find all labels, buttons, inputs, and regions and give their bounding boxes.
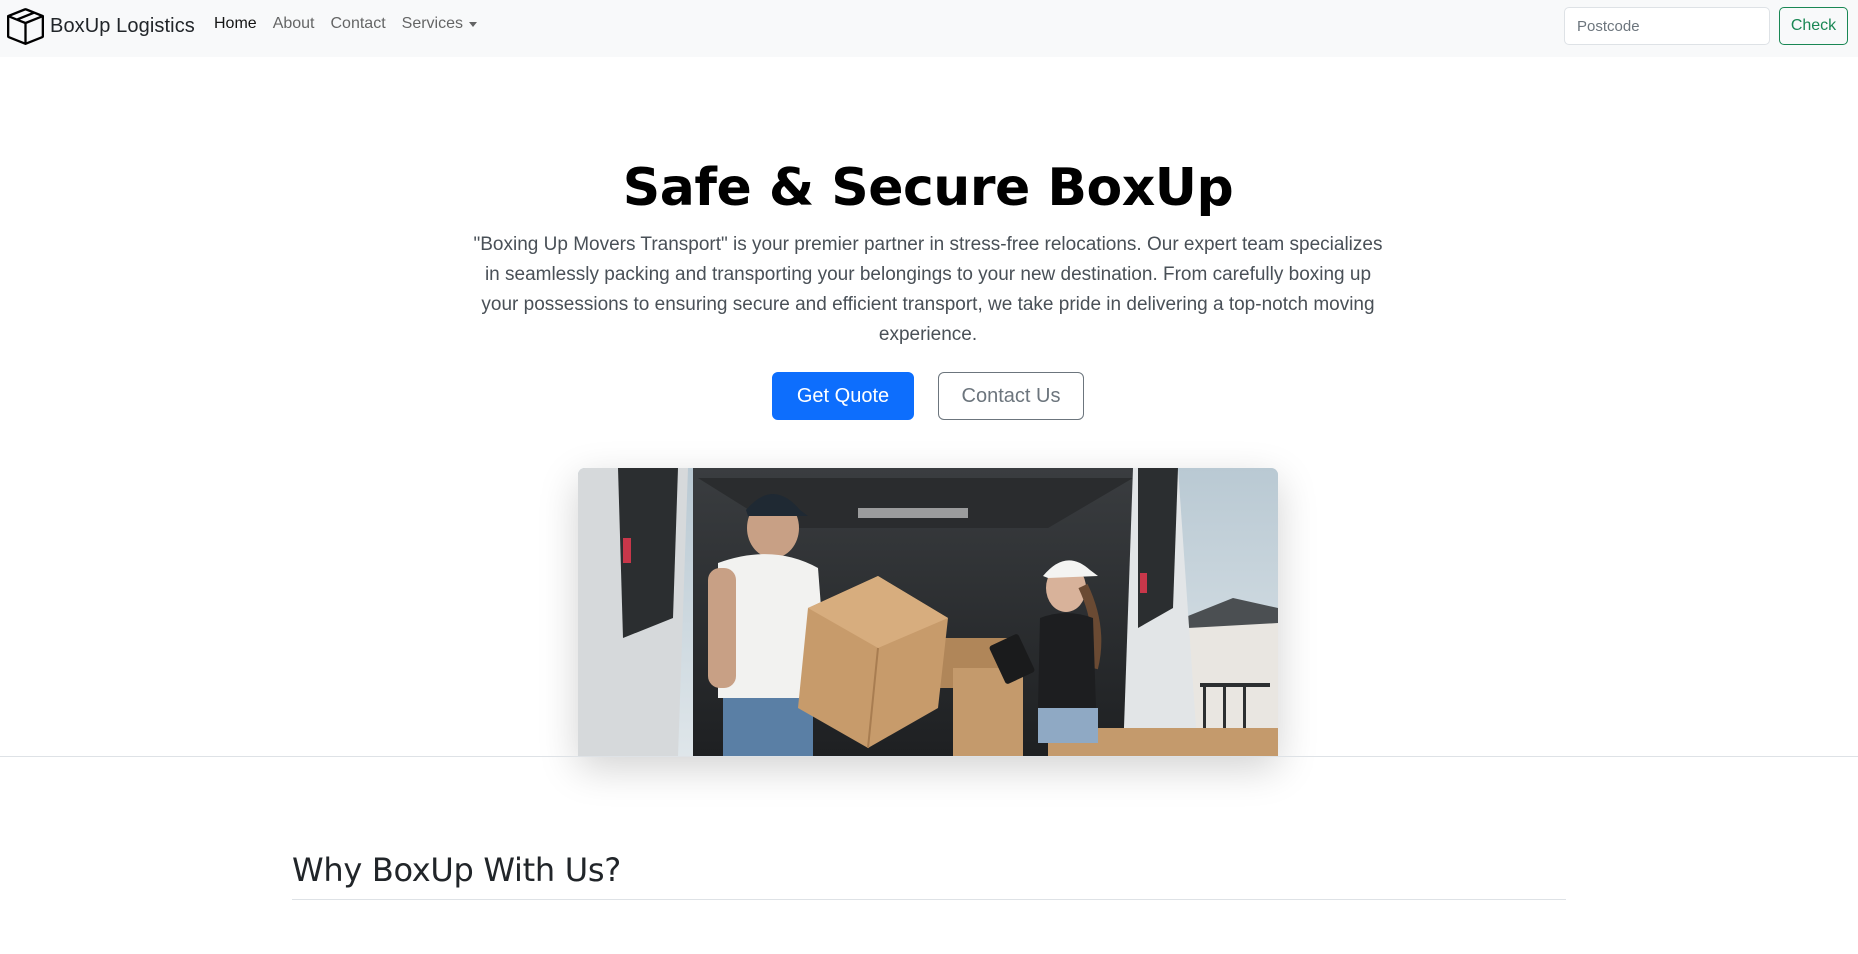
brand-link[interactable]: BoxUp Logistics: [7, 7, 195, 45]
nav-contact-link[interactable]: Contact: [331, 15, 386, 33]
nav-home-link[interactable]: Home: [214, 15, 257, 33]
hero-image: [578, 468, 1278, 756]
box-icon: [7, 7, 44, 45]
navbar: BoxUp Logistics Home About Contact Servi…: [0, 0, 1858, 57]
nav-services-label: Services: [401, 15, 463, 32]
nav-about-link[interactable]: About: [273, 15, 315, 33]
section-divider: [0, 756, 1858, 757]
caret-down-icon: [469, 21, 477, 27]
why-section-title: Why BoxUp With Us?: [292, 851, 621, 889]
brand-name: BoxUp Logistics: [50, 14, 195, 37]
nav-services-dropdown[interactable]: Services: [402, 15, 477, 33]
why-section-rule: [292, 899, 1566, 900]
hero-title: Safe & Secure BoxUp: [622, 158, 1234, 218]
postcode-input[interactable]: [1564, 7, 1770, 45]
check-button[interactable]: Check: [1779, 7, 1848, 45]
hero-description: "Boxing Up Movers Transport" is your pre…: [473, 234, 1383, 345]
get-quote-button[interactable]: Get Quote: [772, 372, 914, 420]
contact-us-button[interactable]: Contact Us: [938, 372, 1084, 420]
nav-links: Home About Contact Services: [214, 15, 493, 33]
movers-photo: [578, 468, 1278, 756]
